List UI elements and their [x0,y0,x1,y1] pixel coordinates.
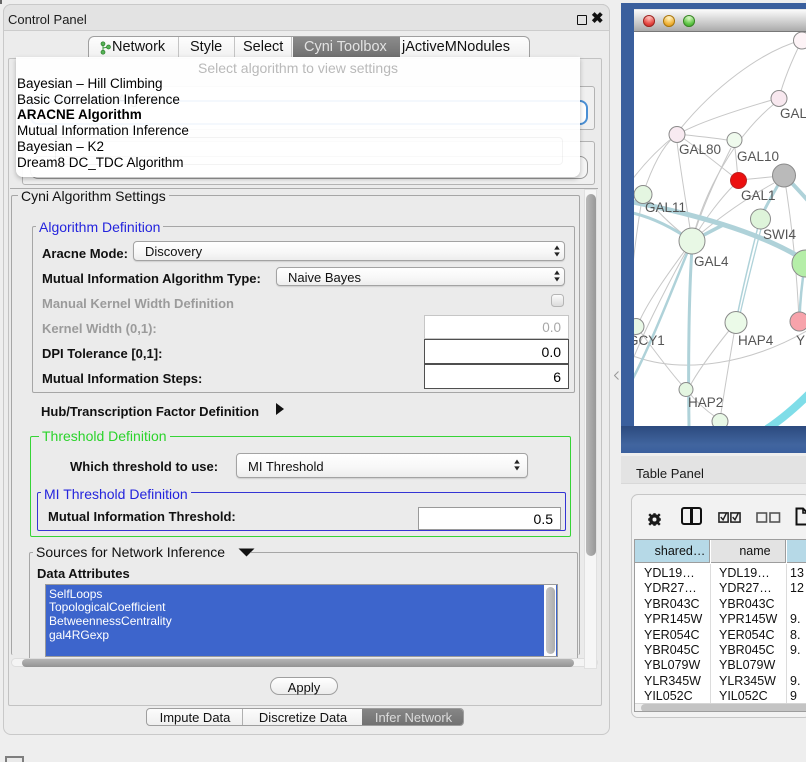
svg-text:GAL11: GAL11 [645,200,686,215]
svg-text:GCY1: GCY1 [634,333,665,348]
svg-text:HAP4: HAP4 [738,333,774,348]
svg-text:GAL: GAL [780,106,806,121]
svg-text:GAL10: GAL10 [737,149,779,164]
svg-text:GAL80: GAL80 [679,142,721,157]
svg-text:Y: Y [796,333,805,348]
svg-text:GAL4: GAL4 [694,254,729,269]
svg-text:SWI4: SWI4 [763,227,796,242]
svg-text:GAL1: GAL1 [741,188,776,203]
svg-text:HAP2: HAP2 [688,395,723,410]
